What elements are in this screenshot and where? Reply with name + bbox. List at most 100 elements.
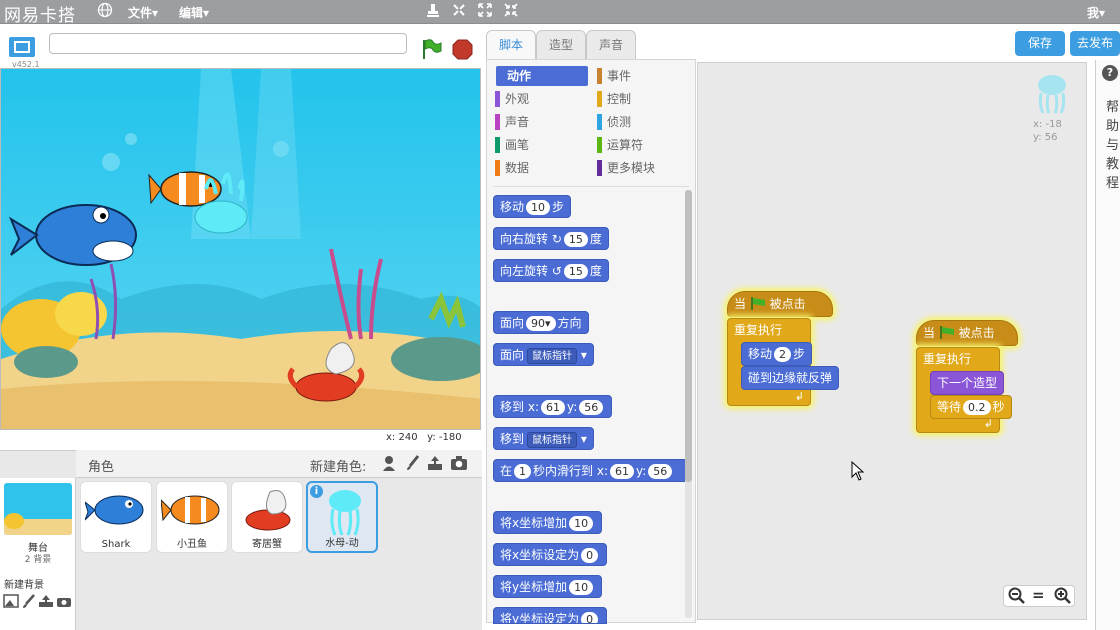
category-label: 外观 — [505, 92, 530, 106]
menu-edit[interactable]: 编辑▾ — [179, 4, 209, 21]
palette-divider — [493, 186, 689, 187]
block-move-steps[interactable]: 移动 10 步 — [493, 195, 572, 218]
category-operators[interactable]: 运算符 — [597, 136, 643, 154]
block-turn-right[interactable]: 向右旋转 ↻ 15 度 — [493, 227, 609, 250]
language-globe-icon[interactable] — [96, 2, 114, 20]
script2-when-flag-clicked[interactable]: 当 被点击 — [916, 320, 1018, 346]
editor-tabs: 脚本 造型 声音 — [486, 30, 698, 60]
script2-next-costume[interactable]: 下一个造型 — [930, 371, 1005, 395]
share-button[interactable]: 去发布 — [1070, 31, 1120, 56]
block-change-x[interactable]: 将x坐标增加 10 — [493, 511, 603, 534]
green-flag-icon[interactable] — [420, 38, 442, 63]
shrink-icon[interactable] — [502, 2, 520, 20]
rotate-left-icon: ↺ — [551, 264, 562, 278]
category-looks[interactable]: 外观 — [495, 90, 529, 108]
grow-icon[interactable] — [476, 2, 494, 20]
category-control[interactable]: 控制 — [597, 90, 631, 108]
category-label: 事件 — [607, 69, 632, 83]
category-label: 运算符 — [607, 138, 644, 152]
help-question-icon[interactable]: ? — [1102, 65, 1118, 81]
sprite-name: 寄居蟹 — [252, 539, 282, 550]
block-change-y[interactable]: 将y坐标增加 10 — [493, 575, 603, 598]
stage-thumbnail-panel[interactable]: 舞台 2 背景 新建背景 — [0, 478, 76, 630]
category-motion[interactable]: 动作 — [497, 67, 531, 85]
project-title-input[interactable] — [49, 33, 407, 54]
paint-brush-icon[interactable] — [404, 454, 422, 475]
menu-file[interactable]: 文件▾ — [128, 4, 158, 21]
category-events[interactable]: 事件 — [597, 67, 631, 85]
backdrop-library-icon[interactable] — [3, 594, 19, 611]
new-backdrop-label: 新建背景 — [4, 580, 44, 591]
sprite-card-clownfish[interactable]: 小丑鱼 — [156, 481, 228, 553]
category-sound[interactable]: 声音 — [495, 113, 529, 131]
category-data[interactable]: 数据 — [495, 159, 529, 177]
brand-logo: 网易卡搭 — [4, 6, 76, 26]
block-point-direction[interactable]: 面向 90▾ 方向 — [493, 311, 589, 334]
help-panel[interactable]: ? 帮助与教程 — [1095, 60, 1120, 630]
green-flag-icon — [750, 297, 766, 311]
new-sprite-label: 新建角色: — [310, 460, 367, 475]
zoom-controls: = — [1003, 585, 1075, 607]
zoom-reset-button[interactable]: = — [1032, 586, 1045, 604]
sprite-pane-header: 角色 新建角色: — [76, 450, 482, 478]
script-area[interactable]: x: -18 y: 56 当 被点击 重复执行 ↲ 移动 2 步 碰到边缘就反弹 当… — [697, 62, 1087, 620]
block-set-y[interactable]: 将y坐标设定为 0 — [493, 607, 608, 624]
sprite-card-shark[interactable]: Shark — [80, 481, 152, 553]
sprite-library-icon[interactable] — [380, 454, 398, 475]
script1-bounce-on-edge[interactable]: 碰到边缘就反弹 — [741, 366, 840, 390]
stage-thumbnail[interactable] — [4, 483, 72, 535]
zoom-out-icon[interactable] — [1008, 587, 1026, 609]
mouse-cursor-icon — [851, 461, 865, 481]
coords-x-label: x: — [386, 432, 396, 443]
category-label: 动作 — [507, 69, 532, 83]
cut-scissors-icon[interactable] — [450, 2, 468, 20]
block-goto-target[interactable]: 移到 鼠标指针 ▾ — [493, 427, 594, 450]
sprite-card-jellyfish[interactable]: i 水母-动 — [306, 481, 378, 553]
sprite-name: 小丑鱼 — [177, 539, 207, 550]
upload-backdrop-icon[interactable] — [38, 594, 54, 611]
script2-wait[interactable]: 等待 0.2 秒 — [930, 395, 1012, 419]
category-sensing[interactable]: 侦测 — [597, 113, 631, 131]
stage-canvas[interactable] — [0, 68, 481, 430]
block-glide[interactable]: 在 1 秒内滑行到 x: 61 y: 56 — [493, 459, 689, 482]
script1-move-steps[interactable]: 移动 2 步 — [741, 342, 813, 366]
block-set-x[interactable]: 将x坐标设定为 0 — [493, 543, 608, 566]
loop-arrow-icon: ↲ — [794, 390, 804, 403]
paint-backdrop-icon[interactable] — [22, 594, 36, 611]
block-palette: 动作 事件 外观 控制 声音 侦测 画笔 运算符 数据 更多模块 移动 10 步 向… — [486, 59, 696, 624]
upload-icon[interactable] — [426, 454, 444, 475]
category-label: 数据 — [505, 161, 530, 175]
user-menu[interactable]: 我▾ — [1087, 4, 1105, 21]
camera-backdrop-icon[interactable] — [56, 594, 72, 611]
tab-costumes[interactable]: 造型 — [536, 30, 586, 59]
category-label: 侦测 — [607, 115, 632, 129]
category-more-blocks[interactable]: 更多模块 — [597, 159, 655, 177]
category-label: 更多模块 — [607, 161, 656, 175]
coords-x-value: 240 — [398, 432, 418, 443]
menu-bar: 网易卡搭 文件▾ 编辑▾ 我▾ — [0, 0, 1120, 26]
tab-sounds[interactable]: 声音 — [586, 30, 636, 59]
camera-icon[interactable] — [450, 454, 468, 475]
category-label: 画笔 — [505, 138, 530, 152]
save-button[interactable]: 保存 — [1015, 31, 1065, 56]
script1-when-flag-clicked[interactable]: 当 被点击 — [727, 291, 833, 317]
help-label: 帮助与教程 — [1106, 100, 1120, 191]
zoom-in-icon[interactable] — [1054, 587, 1072, 608]
category-label: 控制 — [607, 92, 632, 106]
coords-y-label: y: — [427, 432, 436, 443]
current-sprite-jellyfish-icon — [1038, 75, 1066, 114]
stop-sign-icon[interactable] — [452, 39, 473, 63]
block-point-towards[interactable]: 面向 鼠标指针 ▾ — [493, 343, 594, 366]
block-goto-xy[interactable]: 移到 x: 61 y: 56 — [493, 395, 613, 418]
tab-scripts[interactable]: 脚本 — [486, 30, 536, 59]
category-pen[interactable]: 画笔 — [495, 136, 529, 154]
presentation-mode-icon[interactable] — [8, 36, 36, 61]
block-turn-left[interactable]: 向左旋转 ↺ 15 度 — [493, 259, 609, 282]
duplicate-stamp-icon[interactable] — [424, 2, 442, 20]
sprite-x-readout: x: -18 — [1033, 119, 1062, 130]
sprite-name: Shark — [101, 539, 131, 550]
sprite-y-readout: y: 56 — [1033, 132, 1058, 143]
stage-mouse-coords: x: 240 y: -180 — [386, 432, 462, 443]
palette-scrollbar-thumb[interactable] — [685, 190, 692, 482]
sprite-card-hermit-crab[interactable]: 寄居蟹 — [231, 481, 303, 553]
